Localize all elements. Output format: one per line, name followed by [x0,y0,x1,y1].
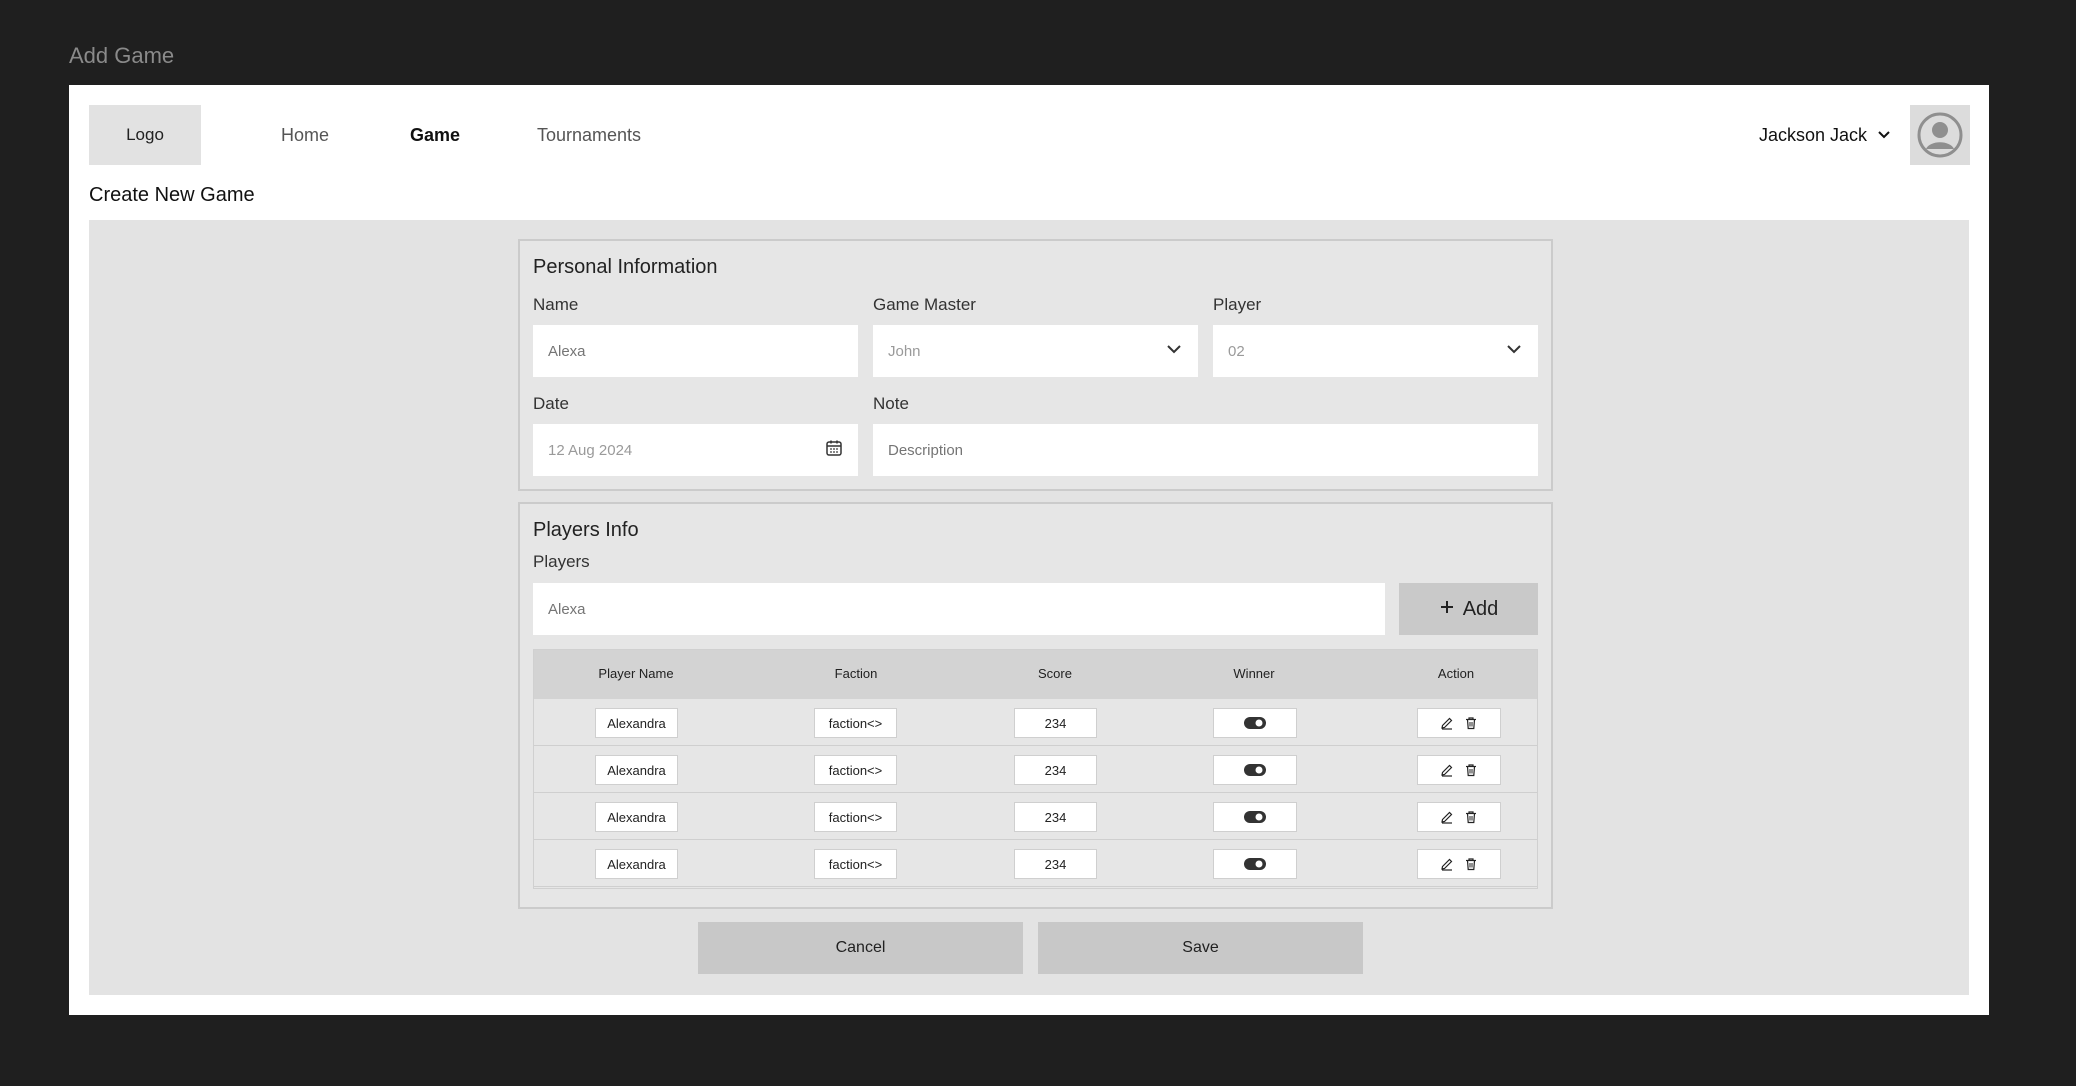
nav-item-game[interactable]: Game [410,125,460,146]
logo[interactable]: Logo [89,105,201,165]
content-area: Personal Information Name Game Master Jo… [89,220,1969,995]
table-body: Alexandra faction<> 234 Alexandra faction<> 2… [534,699,1537,887]
toggle-icon [1244,764,1266,776]
action-cell [1417,708,1501,738]
plus-icon [1439,598,1455,621]
players-info-title: Players Info [533,519,639,541]
faction-cell[interactable]: faction<> [814,708,897,738]
score-cell[interactable]: 234 [1014,755,1097,785]
page-title: Create New Game [89,184,255,206]
action-cell [1417,755,1501,785]
player-name-cell[interactable]: Alexandra [595,802,678,832]
cancel-button[interactable]: Cancel [698,922,1023,974]
column-header: Score [1038,666,1072,681]
column-header: Faction [834,666,878,681]
user-name: Jackson Jack [1758,125,1867,145]
table-row: Alexandra faction<> 234 [534,699,1537,746]
user-menu[interactable]: Jackson Jack [1759,125,1891,146]
frame-title: Add Game [69,43,175,68]
edit-icon[interactable] [1440,763,1454,777]
player-name-cell[interactable]: Alexandra [595,849,678,879]
trash-icon[interactable] [1464,810,1478,824]
winner-toggle[interactable] [1213,849,1297,879]
personal-information-panel: Personal Information Name Game Master Jo… [518,239,1553,491]
nav-item-tournaments[interactable]: Tournaments [537,125,641,146]
edit-icon[interactable] [1440,857,1454,871]
name-label: Name [533,295,579,314]
table-row: Alexandra faction<> 234 [534,793,1537,840]
trash-icon[interactable] [1464,716,1478,730]
game-master-label: Game Master [873,295,976,314]
winner-toggle[interactable] [1213,708,1297,738]
players-table: Player Name Faction Score Winner Action … [533,649,1538,889]
action-cell [1417,849,1501,879]
toggle-icon [1244,811,1266,823]
player-label: Player [1213,295,1262,314]
column-header: Winner [1233,666,1275,681]
faction-cell[interactable]: faction<> [814,802,897,832]
avatar[interactable] [1910,105,1970,165]
player-value: 02 [1228,342,1245,360]
date-value: 12 Aug 2024 [548,441,633,459]
player-select[interactable]: 02 [1213,325,1538,377]
add-player-button[interactable]: Add [1399,583,1538,635]
chevron-down-icon [1877,125,1891,146]
note-label: Note [873,394,909,413]
toggle-icon [1244,717,1266,729]
calendar-icon[interactable] [825,439,843,461]
note-input[interactable] [873,424,1538,476]
table-header: Player Name Faction Score Winner Action [534,650,1537,699]
players-info-panel: Players Info Players Add Player Name Fac… [518,502,1553,909]
chevron-down-icon [1165,340,1183,362]
column-header: Player Name [598,666,674,681]
trash-icon[interactable] [1464,857,1478,871]
name-input[interactable] [533,325,858,377]
save-button[interactable]: Save [1038,922,1363,974]
game-master-value: John [888,342,921,360]
table-row: Alexandra faction<> 234 [534,746,1537,793]
date-label: Date [533,394,569,413]
score-cell[interactable]: 234 [1014,849,1097,879]
faction-cell[interactable]: faction<> [814,849,897,879]
personal-information-title: Personal Information [533,256,718,278]
action-cell [1417,802,1501,832]
players-input[interactable] [533,583,1385,635]
score-cell[interactable]: 234 [1014,802,1097,832]
add-label: Add [1462,597,1499,620]
players-label: Players [533,552,590,571]
date-picker[interactable]: 12 Aug 2024 [533,424,858,476]
winner-toggle[interactable] [1213,755,1297,785]
table-row: Alexandra faction<> 234 [534,840,1537,887]
edit-icon[interactable] [1440,810,1454,824]
player-name-cell[interactable]: Alexandra [595,708,678,738]
score-cell[interactable]: 234 [1014,708,1097,738]
edit-icon[interactable] [1440,716,1454,730]
toggle-icon [1244,858,1266,870]
trash-icon[interactable] [1464,763,1478,777]
game-master-select[interactable]: John [873,325,1198,377]
faction-cell[interactable]: faction<> [814,755,897,785]
chevron-down-icon [1505,340,1523,362]
column-header: Action [1437,666,1475,681]
winner-toggle[interactable] [1213,802,1297,832]
player-name-cell[interactable]: Alexandra [595,755,678,785]
app-window: Logo Home Game Tournaments Jackson Jack … [69,85,1989,1015]
nav-item-home[interactable]: Home [281,125,329,146]
user-avatar-icon [1917,112,1963,158]
